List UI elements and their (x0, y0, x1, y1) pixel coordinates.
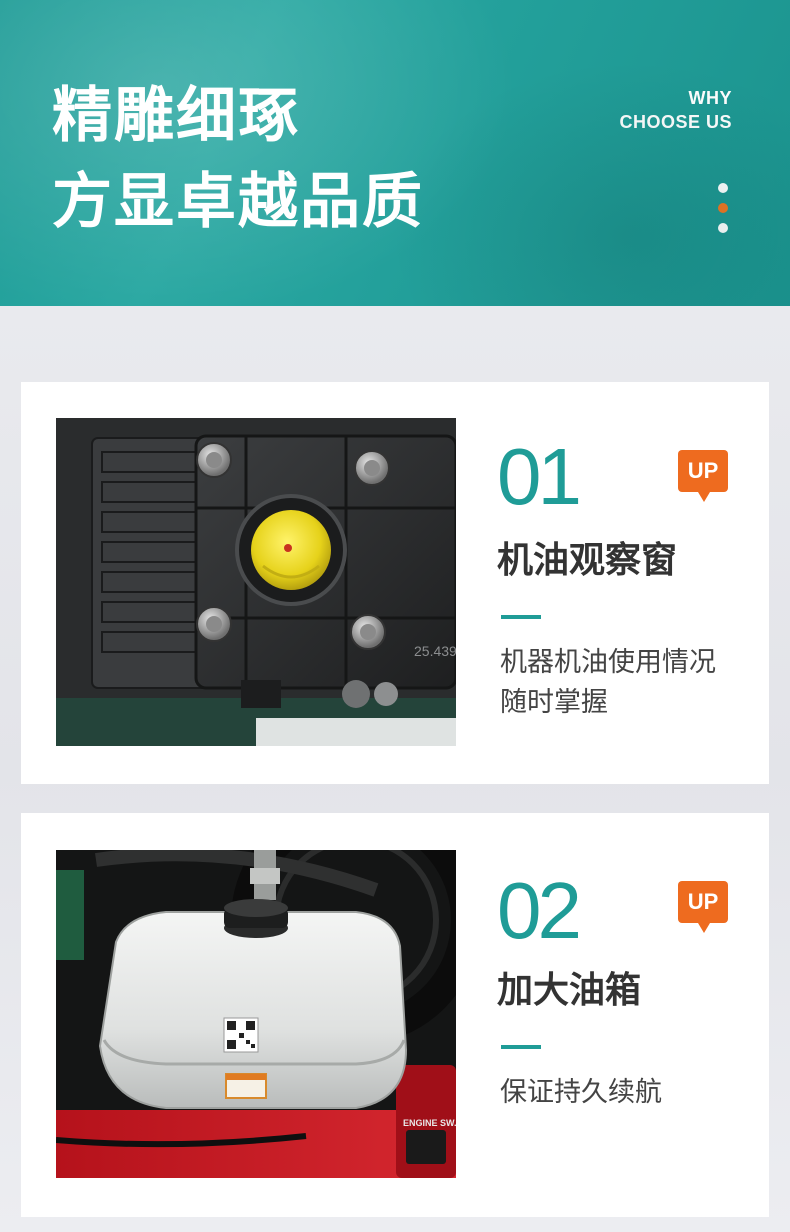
pump-model-label: 25.439 (414, 643, 456, 659)
headline-line-1: 精雕细琢 (52, 81, 300, 151)
feature-description-line-1: 保证持久续航 (500, 1077, 662, 1108)
pump-oil-window-image: 25.439 (56, 418, 456, 746)
up-badge: UP (678, 450, 728, 502)
choose-us-label: CHOOSE US (619, 112, 732, 132)
feature-title: 加大油箱 (497, 970, 642, 1011)
feature-description: 保证持久续航 (500, 1073, 750, 1113)
title-underline (501, 615, 541, 619)
why-label: WHY (688, 88, 732, 108)
oil-window-photo: 25.439 (56, 418, 456, 746)
title-underline (501, 1045, 541, 1049)
feature-number: 01 (497, 432, 582, 521)
feature-description-line-2: 随时掌握 (500, 687, 608, 718)
feature-description: 机器机油使用情况 随时掌握 (500, 643, 750, 723)
up-badge: UP (678, 881, 728, 933)
header-banner: 精雕细琢 方显卓越品质 WHY CHOOSE US (0, 0, 790, 306)
vertical-dots-icon (718, 183, 730, 243)
fuel-tank-photo: ENGINE SW. (56, 850, 456, 1178)
feature-card-fuel-tank: ENGINE SW. 02 UP 加大油箱 保证持久续航 (21, 813, 769, 1217)
why-choose-us: WHY CHOOSE US (619, 86, 732, 134)
feature-description-line-1: 机器机油使用情况 (500, 647, 716, 678)
feature-card-oil-window: 25.439 01 UP 机油观察窗 机器机油使用情况 随时掌握 (21, 382, 769, 784)
fuel-tank-image: ENGINE SW. (56, 850, 456, 1178)
feature-number: 02 (497, 866, 582, 955)
engine-switch-label: ENGINE SW. (403, 1118, 456, 1128)
headline-line-2: 方显卓越品质 (52, 167, 424, 237)
feature-title: 机油观察窗 (497, 540, 678, 581)
